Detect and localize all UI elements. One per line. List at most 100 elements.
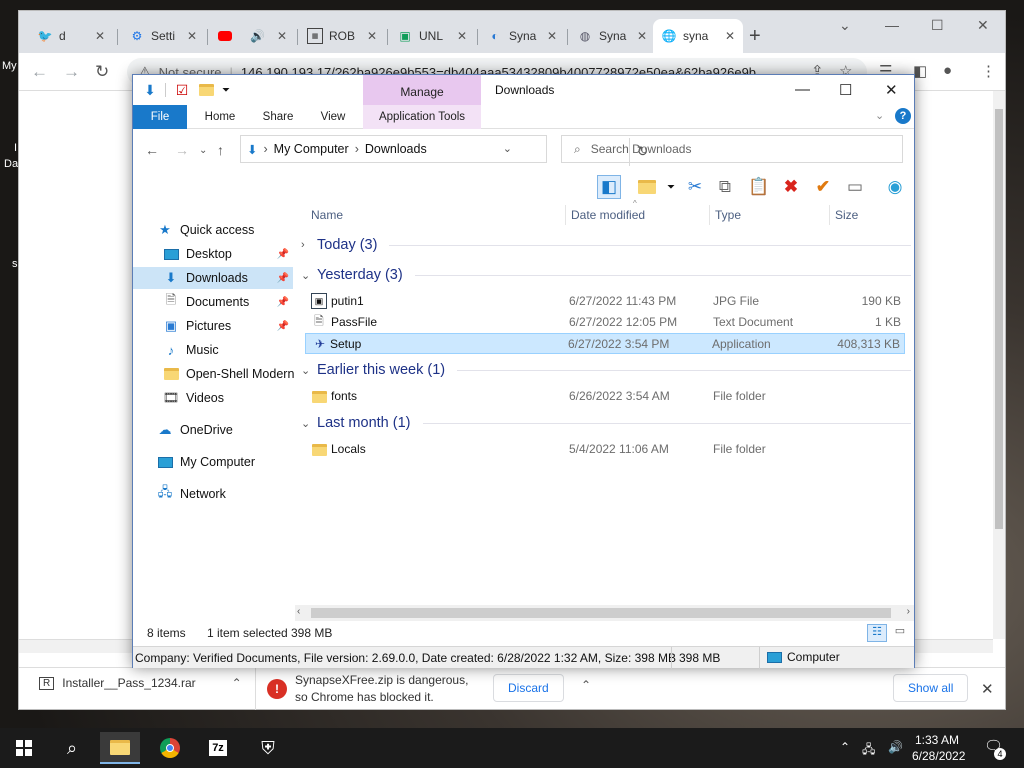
close-icon[interactable]: ✕ <box>367 29 377 43</box>
browser-tab[interactable]: 🐦 d ✕ <box>29 23 113 49</box>
group-earlier-this-week[interactable]: ⌄ Earlier this week (1) <box>301 362 911 378</box>
nav-pictures[interactable]: ▣ Pictures 📌 <box>133 315 293 337</box>
browser-tab[interactable]: 🔊 ✕ <box>209 23 295 49</box>
discard-button[interactable]: Discard <box>493 674 564 702</box>
nav-onedrive[interactable]: ☁ OneDrive <box>133 419 293 441</box>
details-view-icon[interactable]: ☷ <box>867 624 887 642</box>
file-row-selected[interactable]: ✈ Setup 6/27/2022 3:54 PM Application 40… <box>305 333 905 354</box>
expand-ribbon-icon[interactable]: ⌄ <box>875 109 884 122</box>
chrome-taskbar-icon[interactable] <box>150 732 190 764</box>
close-button[interactable]: ✕ <box>885 81 898 99</box>
nav-openshell[interactable]: Open-Shell Modern <box>133 363 294 385</box>
close-icon[interactable]: ✕ <box>277 29 287 43</box>
chevron-down-icon[interactable]: ⌄ <box>503 142 512 155</box>
minimize-button[interactable]: — <box>885 17 899 33</box>
show-all-button[interactable]: Show all <box>893 674 969 702</box>
profile-icon[interactable]: ● <box>943 62 952 79</box>
chevron-up-icon[interactable]: ⌃ <box>840 740 850 754</box>
maximize-button[interactable]: ☐ <box>931 17 944 34</box>
close-icon[interactable]: ✕ <box>547 29 557 43</box>
rename-icon[interactable]: ▭ <box>843 175 867 199</box>
new-folder-icon[interactable] <box>197 81 215 99</box>
file-row[interactable]: fonts 6/26/2022 3:54 AM File folder <box>305 386 905 407</box>
nav-music[interactable]: ♪ Music <box>133 339 293 361</box>
customize-qat-icon[interactable]: ⏷ <box>217 81 235 99</box>
cut-icon[interactable]: ✂ <box>683 175 707 199</box>
forward-icon[interactable]: → <box>175 142 189 158</box>
file-row[interactable]: Locals 5/4/2022 11:06 AM File folder <box>305 439 905 460</box>
close-icon[interactable]: ✕ <box>187 29 197 43</box>
browser-tab[interactable]: ▦ ROB ✕ <box>299 23 385 49</box>
back-icon[interactable]: ← <box>31 62 48 82</box>
chevron-up-icon[interactable]: ⌃ <box>581 678 591 692</box>
column-date[interactable]: Date modified <box>571 208 645 222</box>
browser-tab[interactable]: ◐ Syna ✕ <box>479 23 565 49</box>
ribbon-tab-home[interactable]: Home <box>195 105 245 129</box>
7zip-taskbar-icon[interactable]: 7z <box>198 732 238 764</box>
close-icon[interactable]: ✕ <box>637 29 647 43</box>
ribbon-tab-application-tools[interactable]: Application Tools <box>363 105 481 129</box>
side-panel-icon[interactable]: ◧ <box>913 62 927 80</box>
group-last-month[interactable]: ⌄ Last month (1) <box>301 415 911 431</box>
search-input[interactable]: ⌕ Search Downloads <box>561 135 903 163</box>
maximize-button[interactable]: ☐ <box>839 81 852 99</box>
nav-network[interactable]: 🖧 Network <box>133 483 293 505</box>
file-row[interactable]: 🗎 PassFile 6/27/2022 12:05 PM Text Docum… <box>305 312 905 333</box>
close-button[interactable]: ✕ <box>977 17 989 34</box>
browser-tab[interactable]: ◍ Syna ✕ <box>569 23 655 49</box>
recent-locations-icon[interactable]: ⌄ <box>199 145 207 156</box>
address-path[interactable]: ⬇ › My Computer › Downloads ⌄ ↻ <box>240 135 648 166</box>
browser-tab[interactable]: ▣ UNL ✕ <box>389 23 475 49</box>
download-item[interactable]: R Installer__Pass_1234.rar ⌃ <box>39 676 242 690</box>
chevron-down-icon[interactable]: ⏷ <box>659 175 683 199</box>
forward-icon[interactable]: → <box>63 62 80 82</box>
help-icon[interactable]: ? <box>895 108 911 124</box>
ribbon-tab-share[interactable]: Share <box>253 105 303 129</box>
new-tab-button[interactable]: + <box>749 25 761 48</box>
group-yesterday[interactable]: ⌄ Yesterday (3) <box>301 267 911 283</box>
preview-pane-icon[interactable]: ◧ <box>597 175 621 199</box>
properties-icon[interactable]: ☑ <box>173 81 191 99</box>
copy-icon[interactable]: ⧉ <box>713 175 737 199</box>
start-button[interactable] <box>4 732 44 764</box>
checkmark-icon[interactable]: ✔ <box>811 175 835 199</box>
column-type[interactable]: Type <box>715 208 741 222</box>
nav-quick-access[interactable]: ★ Quick access <box>133 219 293 241</box>
close-icon[interactable]: ✕ <box>95 29 105 43</box>
back-icon[interactable]: ← <box>145 142 159 158</box>
minimize-button[interactable]: — <box>795 81 810 98</box>
chevron-up-icon[interactable]: ⌃ <box>232 676 242 690</box>
reload-icon[interactable]: ↻ <box>95 62 109 82</box>
close-icon[interactable]: ✕ <box>725 29 735 43</box>
search-icon[interactable]: ⌕ <box>52 732 92 764</box>
breadcrumb-current[interactable]: Downloads <box>365 142 427 156</box>
ribbon-tab-view[interactable]: View <box>309 105 357 129</box>
volume-icon[interactable]: 🔊 <box>888 740 903 754</box>
file-explorer-taskbar-icon[interactable] <box>100 732 140 764</box>
security-taskbar-icon[interactable]: ⛨ <box>248 732 288 764</box>
new-folder-icon[interactable] <box>635 175 659 199</box>
download-blocked-item[interactable]: ! SynapseXFree.zip is dangerous, so Chro… <box>267 672 468 706</box>
tab-search-icon[interactable]: ⌄ <box>839 17 851 34</box>
nav-documents[interactable]: 🗎 Documents 📌 <box>133 291 293 313</box>
column-size[interactable]: Size <box>835 208 858 222</box>
file-list-hscrollbar[interactable]: ‹ › <box>295 605 914 621</box>
nav-videos[interactable]: 🎞 Videos <box>133 387 293 409</box>
nav-desktop[interactable]: Desktop 📌 <box>133 243 293 265</box>
browser-tab-active[interactable]: 🌐 syna ✕ <box>653 19 743 53</box>
paste-icon[interactable]: 📋 <box>747 175 771 199</box>
clock[interactable]: 1:33 AM 6/28/2022 <box>912 732 965 764</box>
breadcrumb-root[interactable]: My Computer <box>274 142 349 156</box>
network-icon[interactable]: 🖧 <box>862 740 875 761</box>
column-name[interactable]: Name <box>311 208 343 222</box>
menu-icon[interactable]: ⋮ <box>981 62 996 80</box>
page-scrollbar[interactable] <box>993 91 1005 639</box>
globe-icon[interactable]: ◉ <box>883 175 907 199</box>
close-download-bar-icon[interactable]: ✕ <box>981 680 994 698</box>
ribbon-tab-file[interactable]: File <box>133 105 187 129</box>
nav-mycomputer[interactable]: My Computer <box>133 451 293 473</box>
delete-icon[interactable]: ✖ <box>779 175 803 199</box>
browser-tab[interactable]: ⚙ Setti ✕ <box>121 23 205 49</box>
group-today[interactable]: › Today (3) <box>301 237 911 253</box>
nav-downloads[interactable]: ⬇ Downloads 📌 <box>133 267 293 289</box>
